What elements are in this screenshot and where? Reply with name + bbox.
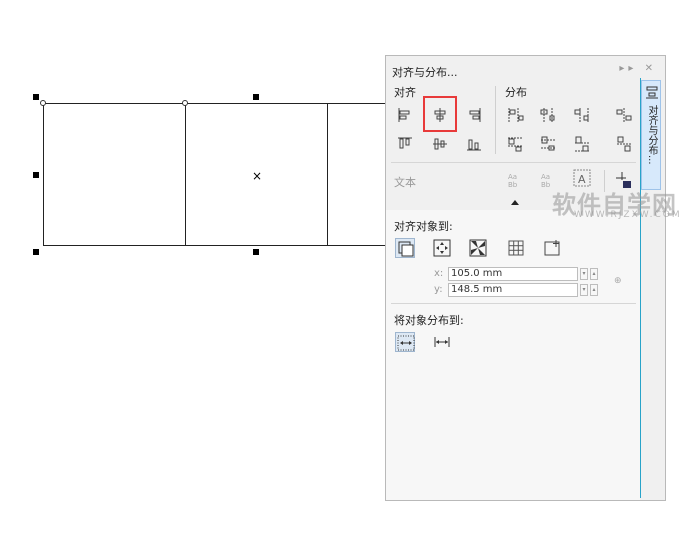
node-point[interactable]: [40, 100, 46, 106]
docker-title-buttons[interactable]: ▸▸ ✕: [619, 63, 657, 74]
distribute-right-icon[interactable]: [572, 105, 592, 125]
align-distribute-divider: [495, 86, 496, 154]
x-dropdown-arrow[interactable]: ▾: [580, 268, 588, 280]
watermark-url: WWW.RJZXW.COM: [574, 210, 682, 220]
node-point[interactable]: [182, 100, 188, 106]
y-coordinate-field[interactable]: 148.5 mm: [448, 283, 578, 297]
distribute-center-vertical-icon[interactable]: [538, 134, 558, 154]
align-tab-icon: [646, 86, 658, 99]
collapse-arrow-icon[interactable]: [511, 200, 519, 205]
align-left-icon[interactable]: [395, 105, 415, 125]
selection-handle-middle-left[interactable]: [33, 172, 39, 178]
align-bottom-icon[interactable]: [464, 134, 484, 154]
docker-tab-label: 对齐与分布...: [646, 105, 657, 165]
y-dropdown-arrow[interactable]: ▾: [580, 284, 588, 296]
page-edge-icon[interactable]: [432, 238, 452, 258]
svg-text:Aa: Aa: [541, 173, 550, 181]
svg-text:Bb: Bb: [541, 181, 551, 189]
svg-text:Bb: Bb: [508, 181, 518, 189]
selection-handle-bottom-left[interactable]: [33, 249, 39, 255]
rotation-center-icon[interactable]: ×: [252, 170, 262, 182]
align-center-vertical-icon[interactable]: [430, 134, 450, 154]
grid-icon[interactable]: [506, 238, 526, 258]
lock-ratio-icon[interactable]: ⊕: [614, 276, 622, 286]
active-objects-icon[interactable]: [395, 238, 415, 258]
distribute-spacing-horizontal-icon[interactable]: [614, 105, 634, 125]
canvas[interactable]: ×: [0, 0, 397, 535]
selection-extent-icon[interactable]: [395, 332, 415, 352]
rectangle-left[interactable]: [43, 103, 186, 246]
align-to-heading: 对齐对象到:: [394, 220, 453, 233]
highlight-box: [423, 96, 457, 132]
page-center-icon[interactable]: [468, 238, 488, 258]
docker-side-tab[interactable]: 对齐与分布...: [641, 80, 661, 190]
align-heading: 对齐: [394, 86, 416, 99]
align-right-icon[interactable]: [464, 105, 484, 125]
page-extent-icon[interactable]: [432, 332, 452, 352]
x-spinner[interactable]: ▴: [590, 268, 598, 280]
specified-point-icon[interactable]: [543, 238, 563, 258]
distribute-spacing-vertical-icon[interactable]: [614, 134, 634, 154]
divider: [391, 303, 636, 304]
distribute-heading: 分布: [505, 86, 527, 99]
distribute-left-icon[interactable]: [505, 105, 525, 125]
divider: [391, 162, 636, 163]
distribute-center-horizontal-icon[interactable]: [538, 105, 558, 125]
text-label: 文本: [394, 176, 416, 189]
svg-text:Aa: Aa: [508, 173, 517, 181]
docker-title: 对齐与分布...: [392, 66, 458, 79]
selection-handle-top-middle[interactable]: [253, 94, 259, 100]
y-label: y:: [434, 284, 443, 295]
distribute-bottom-icon[interactable]: [572, 134, 592, 154]
selection-handle-bottom-middle[interactable]: [253, 249, 259, 255]
selection-handle-top-left[interactable]: [33, 94, 39, 100]
distribute-to-heading: 将对象分布到:: [394, 314, 464, 327]
y-spinner[interactable]: ▴: [590, 284, 598, 296]
distribute-top-icon[interactable]: [505, 134, 525, 154]
align-top-icon[interactable]: [395, 134, 415, 154]
x-coordinate-field[interactable]: 105.0 mm: [448, 267, 578, 281]
text-first-baseline-icon[interactable]: Aa Bb: [505, 170, 525, 190]
x-label: x:: [434, 268, 444, 279]
